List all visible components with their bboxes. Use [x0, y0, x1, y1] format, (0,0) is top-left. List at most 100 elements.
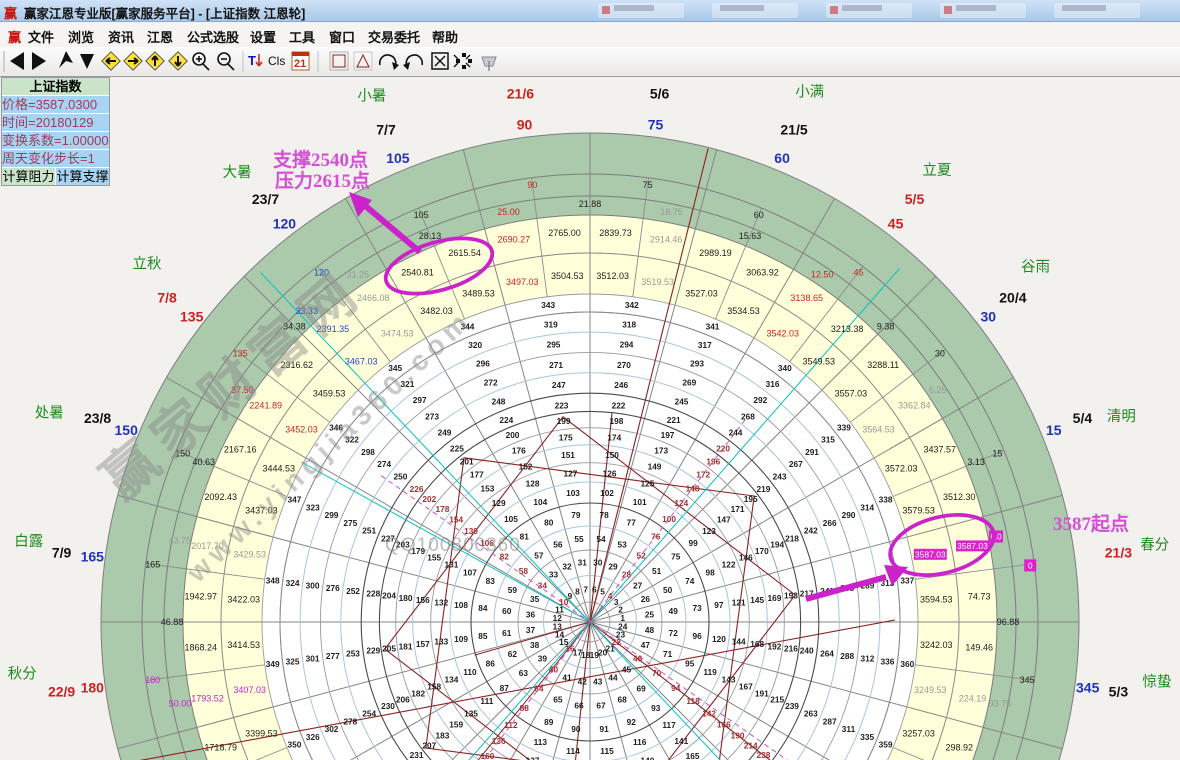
svg-text:315: 315 — [821, 435, 835, 445]
svg-text:115: 115 — [600, 746, 614, 756]
svg-text:3512.30: 3512.30 — [943, 492, 976, 502]
svg-text:124: 124 — [674, 498, 688, 508]
svg-text:88: 88 — [520, 703, 530, 713]
svg-text:146: 146 — [739, 553, 753, 563]
svg-text:21/5: 21/5 — [780, 122, 807, 138]
svg-text:90: 90 — [517, 116, 533, 132]
svg-text:98: 98 — [705, 567, 715, 577]
svg-text:342: 342 — [625, 300, 639, 310]
svg-text:57: 57 — [534, 551, 544, 561]
svg-text:113: 113 — [534, 737, 548, 747]
svg-text:7: 7 — [583, 584, 588, 594]
svg-text:91: 91 — [599, 724, 609, 734]
svg-text:298.92: 298.92 — [946, 743, 974, 753]
svg-text:316: 316 — [766, 379, 780, 389]
svg-text:5/5: 5/5 — [905, 191, 925, 207]
svg-text:193: 193 — [784, 591, 798, 601]
svg-text:100: 100 — [662, 514, 676, 524]
svg-text:5: 5 — [600, 587, 605, 597]
svg-text:194: 194 — [770, 540, 784, 550]
svg-text:77: 77 — [627, 517, 637, 527]
svg-text:125: 125 — [640, 479, 654, 489]
svg-text:56: 56 — [553, 540, 563, 550]
svg-text:244: 244 — [729, 428, 743, 438]
svg-text:335: 335 — [860, 732, 874, 742]
svg-text:149.46: 149.46 — [965, 643, 993, 653]
svg-text:3: 3 — [614, 597, 619, 607]
svg-text:3572.03: 3572.03 — [885, 464, 918, 474]
svg-text:148: 148 — [686, 483, 700, 493]
svg-text:大暑: 大暑 — [223, 164, 252, 181]
svg-text:32: 32 — [562, 562, 572, 572]
svg-text:272: 272 — [484, 377, 498, 387]
svg-text:Cls: Cls — [268, 54, 285, 68]
svg-text:63: 63 — [519, 668, 529, 678]
svg-text:42: 42 — [578, 677, 588, 687]
svg-text:167: 167 — [739, 682, 753, 692]
svg-text:15.63: 15.63 — [739, 231, 762, 241]
svg-text:72: 72 — [669, 628, 679, 638]
svg-text:230: 230 — [381, 701, 395, 711]
svg-text:3407.03: 3407.03 — [233, 685, 266, 695]
svg-text:43.75: 43.75 — [169, 536, 192, 546]
svg-text:172: 172 — [696, 470, 710, 480]
svg-text:302: 302 — [325, 724, 339, 734]
svg-text:90: 90 — [571, 724, 581, 734]
svg-text:325: 325 — [286, 656, 300, 666]
svg-text:64: 64 — [534, 684, 544, 694]
svg-text:压力2615点: 压力2615点 — [275, 169, 370, 192]
svg-text:134: 134 — [444, 675, 458, 685]
svg-text:206: 206 — [396, 695, 410, 705]
svg-text:21/6: 21/6 — [507, 86, 534, 102]
svg-text:40.63: 40.63 — [193, 457, 216, 467]
svg-text:18.75: 18.75 — [660, 207, 683, 217]
svg-text:55: 55 — [574, 534, 584, 544]
svg-text:150: 150 — [605, 450, 619, 460]
svg-text:33: 33 — [549, 570, 559, 580]
svg-text:317: 317 — [698, 340, 712, 350]
svg-text:25: 25 — [645, 609, 655, 619]
svg-text:294: 294 — [620, 340, 634, 350]
svg-text:5/6: 5/6 — [650, 86, 670, 102]
svg-text:108: 108 — [454, 600, 468, 610]
svg-text:137: 137 — [526, 756, 540, 760]
svg-text:3362.84: 3362.84 — [898, 401, 931, 411]
svg-text:54: 54 — [596, 534, 606, 544]
svg-text:242: 242 — [804, 526, 818, 536]
svg-text:158: 158 — [427, 682, 441, 692]
svg-text:3257.03: 3257.03 — [902, 729, 935, 739]
svg-text:198: 198 — [609, 416, 623, 426]
svg-text:52: 52 — [636, 551, 646, 561]
svg-text:78: 78 — [599, 510, 609, 520]
svg-text:20/4: 20/4 — [999, 290, 1026, 306]
svg-text:3587.03: 3587.03 — [915, 549, 946, 559]
svg-text:192: 192 — [767, 641, 781, 651]
svg-text:107: 107 — [463, 567, 477, 577]
svg-text:2839.73: 2839.73 — [599, 228, 632, 238]
svg-text:250: 250 — [393, 472, 407, 482]
svg-text:337: 337 — [900, 575, 914, 585]
svg-text:292: 292 — [753, 395, 767, 405]
svg-text:248: 248 — [492, 396, 506, 406]
svg-text:249: 249 — [438, 428, 452, 438]
svg-text:3579.53: 3579.53 — [902, 506, 935, 516]
svg-text:319: 319 — [544, 320, 558, 330]
svg-text:22/9: 22/9 — [48, 684, 75, 700]
svg-text:174: 174 — [607, 433, 621, 443]
svg-text:178: 178 — [435, 504, 449, 514]
svg-text:240: 240 — [800, 646, 814, 656]
svg-text:225: 225 — [450, 444, 464, 454]
svg-text:102: 102 — [600, 488, 614, 498]
svg-text:121: 121 — [732, 598, 746, 608]
svg-text:338: 338 — [879, 495, 893, 505]
svg-text:136: 136 — [492, 736, 506, 746]
svg-text:345: 345 — [1020, 675, 1035, 685]
svg-text:326: 326 — [306, 732, 320, 742]
svg-text:36: 36 — [526, 609, 536, 619]
svg-text:3422.03: 3422.03 — [227, 595, 260, 605]
svg-text:131: 131 — [444, 560, 458, 570]
svg-text:26: 26 — [641, 594, 651, 604]
svg-text:312: 312 — [860, 654, 874, 664]
svg-text:60: 60 — [754, 210, 764, 220]
svg-text:117: 117 — [662, 720, 676, 730]
